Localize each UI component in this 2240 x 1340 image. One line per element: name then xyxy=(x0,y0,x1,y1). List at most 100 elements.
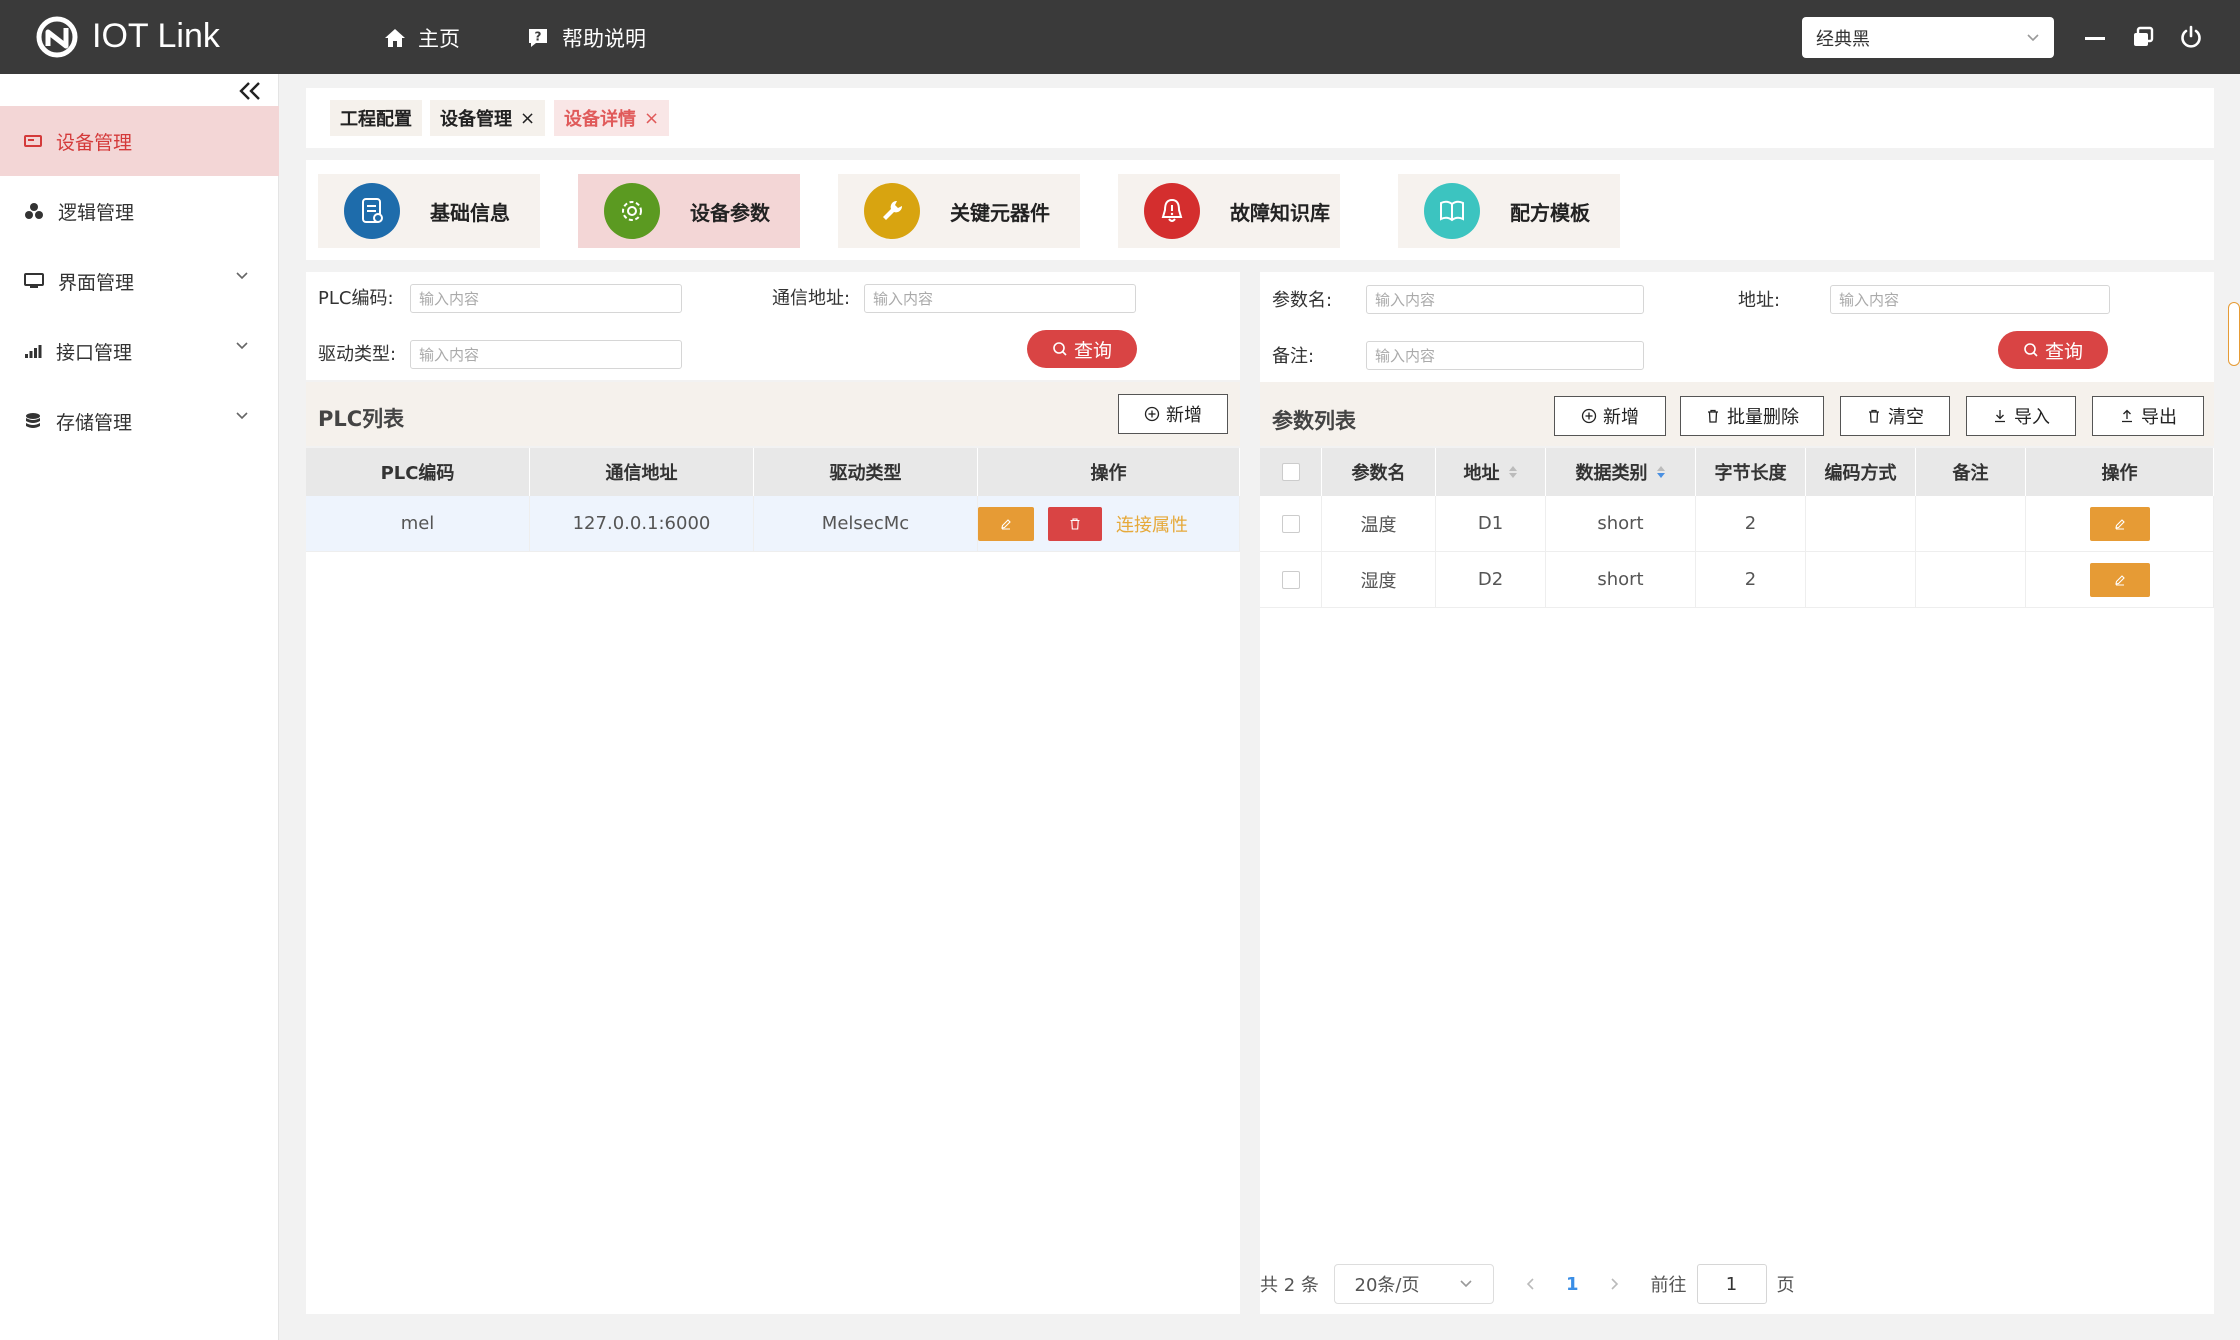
page-size-select[interactable]: 20条/页 xyxy=(1334,1264,1494,1304)
book-icon xyxy=(1424,183,1480,239)
batch-delete-button[interactable]: 批量删除 xyxy=(1680,396,1824,436)
column-header: 备注 xyxy=(1916,448,2026,496)
page-size-value: 20条/页 xyxy=(1354,1275,1420,1296)
category-label: 配方模板 xyxy=(1510,200,1590,225)
sidebar-item-label: 设备管理 xyxy=(56,131,133,154)
column-header-address[interactable]: 地址 xyxy=(1436,448,1546,496)
import-button[interactable]: 导入 xyxy=(1966,396,2076,436)
theme-select[interactable]: 经典黑 xyxy=(1802,17,2054,58)
category-fault-knowledge[interactable]: 故障知识库 xyxy=(1118,174,1340,248)
nav-home-label: 主页 xyxy=(418,27,460,51)
trash-icon xyxy=(1708,409,1718,423)
goto-page-input[interactable] xyxy=(1696,1264,1767,1304)
close-icon[interactable]: × xyxy=(644,108,659,129)
current-page[interactable]: 1 xyxy=(1566,1274,1579,1295)
app-logo-icon xyxy=(36,16,78,58)
row-checkbox[interactable] xyxy=(1281,514,1300,533)
theme-select-value: 经典黑 xyxy=(1816,28,1870,50)
power-button[interactable] xyxy=(2174,20,2208,54)
category-device-params[interactable]: 设备参数 xyxy=(578,174,800,248)
param-encoding-cell xyxy=(1806,496,1916,551)
prev-page-icon[interactable] xyxy=(1524,1277,1538,1291)
restore-button[interactable] xyxy=(2126,20,2160,54)
sidebar-item-logic-management[interactable]: 逻辑管理 xyxy=(0,176,279,246)
column-header-label: 数据类别 xyxy=(1575,463,1648,484)
device-icon xyxy=(24,135,42,147)
gear-icon xyxy=(604,183,660,239)
page-unit-label: 页 xyxy=(1776,1275,1795,1296)
row-select-cell xyxy=(1260,552,1322,607)
param-name-input[interactable] xyxy=(1366,285,1644,314)
clear-button[interactable]: 清空 xyxy=(1840,396,1950,436)
sidebar-item-label: 界面管理 xyxy=(58,271,135,294)
sidebar-item-storage-management[interactable]: 存储管理 xyxy=(0,386,279,456)
column-header: 操作 xyxy=(2026,448,2214,496)
edit-button[interactable] xyxy=(2089,506,2150,541)
category-key-components[interactable]: 关键元器件 xyxy=(838,174,1080,248)
category-basic-info[interactable]: 基础信息 xyxy=(318,174,540,248)
column-header: 驱动类型 xyxy=(754,448,978,496)
tab-project-config[interactable]: 工程配置 xyxy=(330,100,422,136)
delete-button[interactable] xyxy=(1048,506,1102,541)
plc-query-button[interactable]: 查询 xyxy=(1027,330,1137,368)
app-title: IOT Link xyxy=(92,17,220,55)
signal-icon xyxy=(25,345,42,358)
category-recipe-template[interactable]: 配方模板 xyxy=(1398,174,1620,248)
column-header-label: 地址 xyxy=(1463,463,1500,484)
collapse-sidebar-icon[interactable] xyxy=(236,80,264,102)
close-icon[interactable]: × xyxy=(520,108,535,129)
restore-icon xyxy=(2134,26,2154,46)
table-row[interactable]: mel 127.0.0.1:6000 MelsecMc 连接属性 xyxy=(306,496,1240,552)
edit-button[interactable] xyxy=(2089,562,2150,597)
select-all-cell xyxy=(1260,448,1322,496)
sidebar-item-api-management[interactable]: 接口管理 xyxy=(0,316,279,386)
param-length-cell: 2 xyxy=(1696,496,1806,551)
tab-device-management[interactable]: 设备管理 × xyxy=(430,100,546,136)
nav-home-link[interactable]: 主页 xyxy=(384,22,460,54)
nav-help-link[interactable]: ? 帮助说明 xyxy=(526,22,646,54)
plc-driver-cell: MelsecMc xyxy=(754,496,978,551)
param-remark-input[interactable] xyxy=(1366,341,1644,370)
param-add-button[interactable]: 新增 xyxy=(1554,396,1666,436)
param-encoding-cell xyxy=(1806,552,1916,607)
export-button[interactable]: 导出 xyxy=(2092,396,2204,436)
sidebar-item-ui-management[interactable]: 界面管理 xyxy=(0,246,279,316)
table-header: PLC编码 通信地址 驱动类型 操作 xyxy=(306,448,1240,496)
plc-address-input[interactable] xyxy=(864,284,1136,313)
sidebar-item-label: 逻辑管理 xyxy=(58,201,135,224)
select-all-checkbox[interactable] xyxy=(1281,463,1300,481)
sidebar-item-device-management[interactable]: 设备管理 xyxy=(0,106,279,176)
total-count: 共 2 条 xyxy=(1260,1275,1319,1296)
param-name-cell: 湿度 xyxy=(1322,552,1436,607)
minimize-icon xyxy=(2085,37,2105,40)
plc-code-input[interactable] xyxy=(410,284,682,313)
search-icon xyxy=(2024,343,2038,357)
row-checkbox[interactable] xyxy=(1281,570,1300,589)
connection-properties-link[interactable]: 连接属性 xyxy=(1116,511,1188,537)
edit-button[interactable] xyxy=(978,506,1034,541)
param-query-label: 查询 xyxy=(2044,340,2083,363)
param-address-label: 地址: xyxy=(1738,290,1781,311)
column-header: PLC编码 xyxy=(306,448,530,496)
svg-text:?: ? xyxy=(535,30,542,44)
plc-address-cell: 127.0.0.1:6000 xyxy=(530,496,754,551)
minimize-button[interactable] xyxy=(2078,20,2112,54)
param-query-button[interactable]: 查询 xyxy=(1998,331,2108,369)
chevron-down-icon xyxy=(236,412,248,420)
plc-driver-label: 驱动类型: xyxy=(318,344,397,365)
column-header-data-type[interactable]: 数据类别 xyxy=(1546,448,1696,496)
plus-circle-icon xyxy=(1581,408,1597,424)
tab-device-detail[interactable]: 设备详情 × xyxy=(554,100,670,136)
chevron-down-icon xyxy=(2027,33,2039,41)
plc-driver-input[interactable] xyxy=(410,340,682,369)
table-row[interactable]: 湿度 D2 short 2 xyxy=(1260,552,2214,608)
category-label: 故障知识库 xyxy=(1230,200,1330,225)
param-address-cell: D2 xyxy=(1436,552,1546,607)
next-page-icon[interactable] xyxy=(1607,1277,1621,1291)
table-row[interactable]: 温度 D1 short 2 xyxy=(1260,496,2214,552)
param-type-cell: short xyxy=(1546,552,1696,607)
plc-add-button[interactable]: 新增 xyxy=(1118,394,1228,434)
param-address-input[interactable] xyxy=(1830,285,2110,314)
page-scrollbar[interactable] xyxy=(2228,302,2240,366)
column-header: 通信地址 xyxy=(530,448,754,496)
